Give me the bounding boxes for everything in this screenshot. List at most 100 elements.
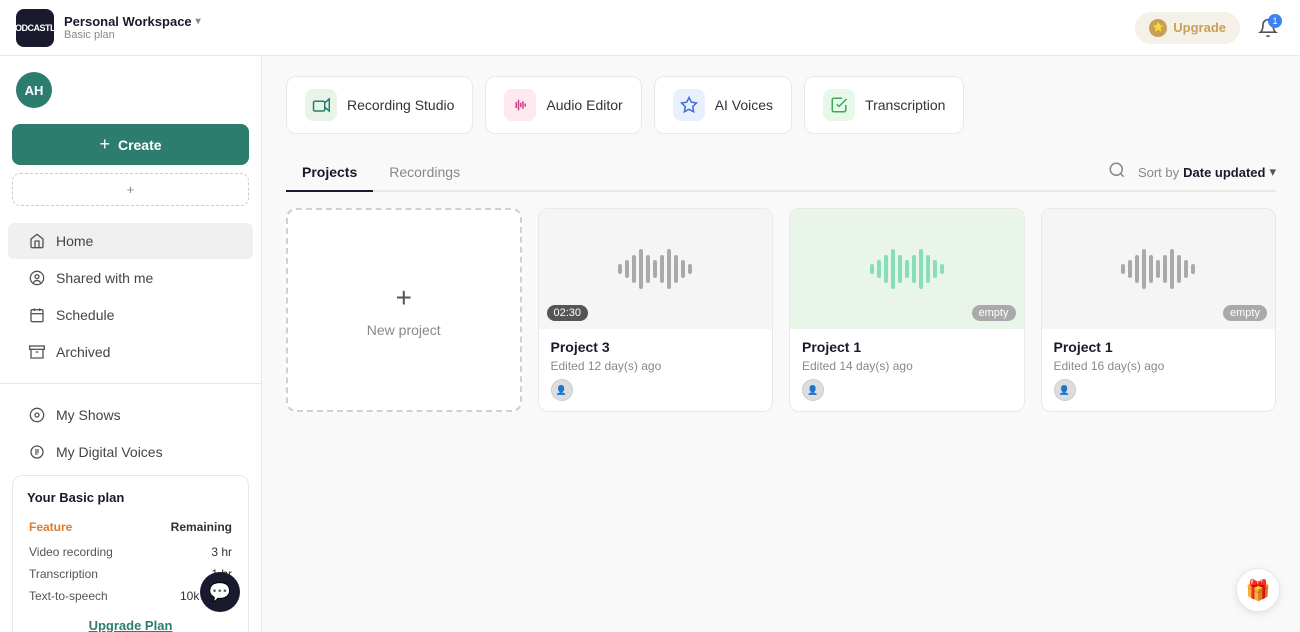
notification-badge: 1: [1268, 14, 1282, 28]
sidebar-divider: [0, 383, 261, 384]
upgrade-icon: ⭐: [1149, 19, 1167, 37]
feature-header: Feature: [29, 517, 145, 540]
create-button[interactable]: + Create: [12, 124, 249, 165]
gift-button[interactable]: 🎁: [1236, 568, 1280, 612]
sidebar-item-myshows[interactable]: My Shows: [8, 397, 253, 433]
upgrade-plan-link[interactable]: Upgrade Plan: [27, 618, 234, 632]
feature-cell: Transcription: [29, 564, 145, 584]
feature-cell: Video recording: [29, 542, 145, 562]
waveform-bar: [884, 255, 888, 283]
sidebar-item-archived[interactable]: Archived: [8, 334, 253, 370]
tools-bar: Recording Studio Audio Editor AI Voices …: [286, 76, 1276, 134]
sidebar-item-label: My Digital Voices: [56, 444, 163, 460]
waveform-bar: [870, 264, 874, 274]
card-edited: Edited 12 day(s) ago: [551, 359, 761, 373]
tool-audio-editor[interactable]: Audio Editor: [485, 76, 641, 134]
sidebar-item-shared[interactable]: Shared with me: [8, 260, 253, 296]
sidebar-item-label: Archived: [56, 344, 110, 360]
chat-button[interactable]: 💬: [200, 572, 240, 612]
card-info: Project 1 Edited 14 day(s) ago 👤: [790, 329, 1024, 411]
sidebar-item-digital-voices[interactable]: My Digital Voices: [8, 434, 253, 470]
waveform-bar: [639, 249, 643, 289]
archive-icon: [28, 343, 46, 361]
waveform-bar: [919, 249, 923, 289]
transcription-icon: [823, 89, 855, 121]
logo: PODCASTLE: [16, 9, 54, 47]
sort-label: Sort by: [1138, 165, 1179, 180]
topbar: PODCASTLE Personal Workspace ▾ Basic pla…: [0, 0, 1300, 56]
tool-ai-voices[interactable]: AI Voices: [654, 76, 792, 134]
waveform-bar: [660, 255, 664, 283]
camera-icon: [305, 89, 337, 121]
waveform-bar: [1121, 264, 1125, 274]
project-card[interactable]: empty Project 1 Edited 14 day(s) ago 👤: [789, 208, 1025, 412]
sidebar-item-label: Shared with me: [56, 270, 153, 286]
waveform-bar: [933, 260, 937, 278]
add-workspace-button[interactable]: +: [12, 173, 249, 206]
waveform-bar: [1156, 260, 1160, 278]
schedule-icon: [28, 306, 46, 324]
plan-title: Your Basic plan: [27, 490, 234, 505]
new-project-card[interactable]: + New project: [286, 208, 522, 412]
workspace-plan: Basic plan: [64, 29, 201, 41]
waveform-bar: [1170, 249, 1174, 289]
chevron-down-icon: ▾: [1269, 164, 1276, 180]
card-title: Project 3: [551, 339, 761, 355]
waveform-bar: [1142, 249, 1146, 289]
waveform-bar: [653, 260, 657, 278]
card-title: Project 1: [802, 339, 1012, 355]
tool-label: Transcription: [865, 97, 945, 113]
avatar: 👤: [802, 379, 824, 401]
tool-label: Recording Studio: [347, 97, 454, 113]
project-card[interactable]: empty Project 1 Edited 16 day(s) ago 👤: [1041, 208, 1277, 412]
waveform-bar: [674, 255, 678, 283]
waveform-bar: [926, 255, 930, 283]
sort-value: Date updated: [1183, 165, 1265, 180]
notification-button[interactable]: 1: [1252, 12, 1284, 44]
card-info: Project 1 Edited 16 day(s) ago 👤: [1042, 329, 1276, 411]
empty-badge: empty: [1223, 305, 1267, 321]
sidebar-item-schedule[interactable]: Schedule: [8, 297, 253, 333]
waveform-bar: [1128, 260, 1132, 278]
tool-recording-studio[interactable]: Recording Studio: [286, 76, 473, 134]
waveform-bar: [688, 264, 692, 274]
waveform-bar: [1177, 255, 1181, 283]
sidebar-item-label: Schedule: [56, 307, 114, 323]
home-icon: [28, 232, 46, 250]
waveform-bar: [877, 260, 881, 278]
waveform-bar: [1184, 260, 1188, 278]
project-card[interactable]: 02:30 Project 3 Edited 12 day(s) ago 👤: [538, 208, 774, 412]
sort-button[interactable]: Sort by Date updated ▾: [1138, 164, 1276, 180]
digital-voices-icon: [28, 443, 46, 461]
card-thumbnail: empty: [1042, 209, 1276, 329]
topbar-right: ⭐ Upgrade 1: [1135, 12, 1284, 44]
duration-badge: 02:30: [547, 305, 589, 321]
waveform-bar: [898, 255, 902, 283]
sidebar-header: AH: [0, 56, 261, 124]
chevron-down-icon: ▾: [196, 16, 201, 27]
create-plus-icon: +: [99, 134, 110, 155]
myshows-icon: [28, 406, 46, 424]
plan-table-header: Feature Remaining: [29, 517, 232, 540]
sidebar-item-label: My Shows: [56, 407, 121, 423]
main-content: Recording Studio Audio Editor AI Voices …: [262, 56, 1300, 632]
upgrade-button[interactable]: ⭐ Upgrade: [1135, 12, 1240, 44]
table-row: Video recording 3 hr: [29, 542, 232, 562]
workspace-name[interactable]: Personal Workspace ▾: [64, 14, 201, 29]
shared-icon: [28, 269, 46, 287]
card-thumbnail: 02:30: [539, 209, 773, 329]
remaining-cell: 3 hr: [147, 542, 232, 562]
tool-label: AI Voices: [715, 97, 773, 113]
waveform-bar: [625, 260, 629, 278]
search-button[interactable]: [1108, 161, 1126, 184]
tabs-right: Sort by Date updated ▾: [1108, 161, 1276, 184]
sidebar-item-label: Home: [56, 233, 93, 249]
tool-label: Audio Editor: [546, 97, 622, 113]
projects-grid: + New project 02:30: [286, 208, 1276, 412]
sidebar-item-home[interactable]: Home: [8, 223, 253, 259]
tool-transcription[interactable]: Transcription: [804, 76, 964, 134]
tab-projects[interactable]: Projects: [286, 154, 373, 192]
waveform-bar: [681, 260, 685, 278]
workspace-info: Personal Workspace ▾ Basic plan: [64, 14, 201, 41]
tab-recordings[interactable]: Recordings: [373, 154, 476, 192]
